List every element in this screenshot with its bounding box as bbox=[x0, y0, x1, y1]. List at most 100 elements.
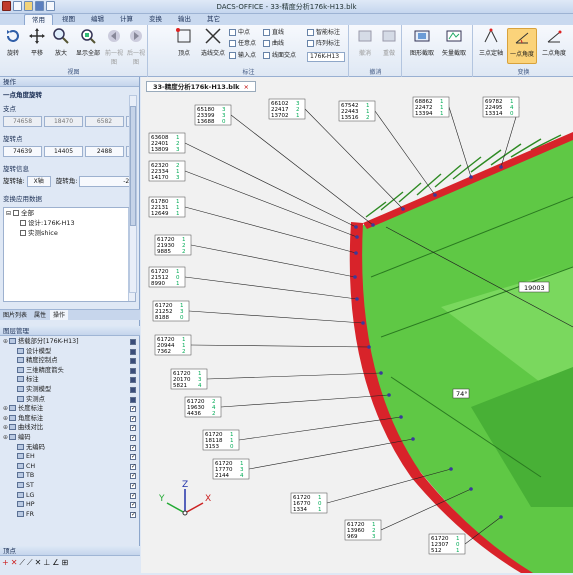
two-point-angle-button[interactable]: 二点角度 bbox=[539, 28, 569, 64]
snap-grid-icon[interactable]: ⊞ bbox=[61, 558, 68, 567]
layer-row[interactable]: ⊕ 搭载部分[176K-H13] bbox=[0, 337, 140, 347]
close-tab-icon[interactable]: × bbox=[244, 83, 249, 91]
layer-row[interactable]: TB bbox=[0, 471, 140, 481]
layer-row[interactable]: HP bbox=[0, 500, 140, 510]
measure-point-marker[interactable] bbox=[371, 223, 375, 227]
snap-perp-icon[interactable]: ⊥ bbox=[43, 558, 50, 567]
curve-button[interactable]: 曲线 bbox=[263, 39, 284, 49]
layer-row[interactable]: 标注 bbox=[0, 375, 140, 385]
point-annotation[interactable]: 61720 219630 44436 2 bbox=[184, 393, 391, 418]
layer-row[interactable]: ⊕ 角度标注 bbox=[0, 414, 140, 424]
point-annotation[interactable]: 65180 323399 313688 0 bbox=[194, 104, 375, 227]
layer-color-swatch[interactable] bbox=[130, 377, 136, 384]
tab-view[interactable]: 视图 bbox=[55, 14, 82, 25]
layer-row[interactable]: ST bbox=[0, 481, 140, 491]
rot-z-field[interactable]: 2488 bbox=[85, 146, 124, 157]
layer-visible-checkbox[interactable] bbox=[130, 471, 136, 481]
layer-visible-checkbox[interactable] bbox=[130, 423, 136, 433]
scrollbar-thumb[interactable] bbox=[130, 106, 136, 226]
snap-point-icon[interactable]: + bbox=[2, 558, 9, 567]
image-capture-button[interactable]: 图形截取 bbox=[407, 28, 437, 64]
tree-node-all[interactable]: ⊟ 全部 bbox=[4, 208, 135, 218]
snap-cross-icon[interactable]: ✕ bbox=[11, 558, 18, 567]
line-intersection-button[interactable]: 选线交点 bbox=[199, 28, 227, 64]
layer-combo[interactable]: 176K-H13 bbox=[307, 52, 345, 62]
layer-color-swatch[interactable] bbox=[130, 339, 136, 345]
expand-icon[interactable]: ⊕ bbox=[2, 433, 9, 443]
snap-intersect-icon[interactable]: ✕ bbox=[35, 558, 42, 567]
measure-point-marker[interactable] bbox=[361, 321, 365, 325]
snap-edge-icon[interactable]: ⟋ bbox=[27, 558, 33, 567]
vector-capture-button[interactable]: 矢量截取 bbox=[439, 28, 469, 64]
layer-row[interactable]: 精度控制点 bbox=[0, 356, 140, 366]
layer-row[interactable]: 实测模型 bbox=[0, 385, 140, 395]
three-point-axis-button[interactable]: 三点定轴 bbox=[476, 28, 506, 64]
model-drawing[interactable]: 19003 74° 65180 323399 313688 066102 322417 2… bbox=[141, 77, 573, 573]
layer-visible-checkbox[interactable] bbox=[130, 433, 136, 443]
tab-operation[interactable]: 操作 bbox=[50, 310, 69, 320]
document-tab[interactable]: 33-精度分析176k-H13.blk × bbox=[146, 81, 256, 92]
tab-edit[interactable]: 编辑 bbox=[84, 14, 111, 25]
expand-icon[interactable]: ⊕ bbox=[2, 414, 9, 424]
layer-row[interactable]: FR bbox=[0, 510, 140, 519]
point-annotation[interactable]: 61720 120170 35821 4 bbox=[170, 368, 383, 390]
support-y-field[interactable]: 18470 bbox=[44, 116, 83, 127]
panel-scrollbar[interactable] bbox=[129, 95, 137, 293]
tab-calc[interactable]: 计算 bbox=[113, 14, 140, 25]
zoom-in-button[interactable]: 放大 bbox=[50, 28, 72, 64]
tab-common[interactable]: 常用 bbox=[24, 14, 53, 25]
measure-point-marker[interactable] bbox=[354, 251, 358, 255]
point-annotation[interactable]: 68862 122472 113394 1 bbox=[412, 96, 473, 179]
angle-field[interactable]: -20 bbox=[79, 176, 136, 187]
measure-point-marker[interactable] bbox=[354, 225, 358, 229]
layer-row[interactable]: EH bbox=[0, 452, 140, 462]
layer-color-swatch[interactable] bbox=[130, 386, 136, 393]
show-all-button[interactable]: 显示全部 bbox=[74, 28, 102, 64]
prev-view-button[interactable]: 前一视图 bbox=[104, 28, 124, 66]
layer-color-swatch[interactable] bbox=[130, 396, 136, 403]
checkbox-design[interactable] bbox=[20, 220, 26, 226]
undo-button[interactable]: 撤消 bbox=[354, 28, 376, 64]
tab-other[interactable]: 其它 bbox=[200, 14, 227, 25]
tree-node-measured[interactable]: 实测shice bbox=[4, 228, 135, 238]
layer-color-swatch[interactable] bbox=[130, 358, 136, 365]
point-annotation[interactable]: 61720 121512 08990 1 bbox=[148, 266, 359, 301]
vertex-button[interactable]: 顶点 bbox=[173, 28, 195, 64]
layer-color-swatch[interactable] bbox=[130, 367, 136, 374]
tree-node-design[interactable]: 设计:176K-H13 bbox=[4, 218, 135, 228]
array-mark-button[interactable]: 阵列标注 bbox=[307, 39, 340, 49]
point-annotation[interactable]: 61720 121930 29885 2 bbox=[154, 234, 357, 279]
layer-row[interactable]: 实测点 bbox=[0, 395, 140, 405]
any-point-button[interactable]: 任意点 bbox=[229, 39, 256, 49]
measure-point-marker[interactable] bbox=[379, 371, 383, 375]
tab-image-list[interactable]: 图片列表 bbox=[0, 310, 30, 320]
checkbox-measured[interactable] bbox=[20, 230, 26, 236]
rotate-button[interactable]: 旋转 bbox=[2, 28, 24, 64]
measure-point-marker[interactable] bbox=[469, 487, 473, 491]
axis-select[interactable]: X轴 bbox=[26, 176, 51, 187]
expand-icon[interactable]: ⊕ bbox=[2, 404, 9, 414]
layer-visible-checkbox[interactable] bbox=[130, 443, 136, 452]
measure-point-marker[interactable] bbox=[499, 515, 503, 519]
measure-point-marker[interactable] bbox=[499, 165, 503, 169]
redo-button[interactable]: 重做 bbox=[378, 28, 400, 64]
point-annotation[interactable]: 61720 121252 38188 0 bbox=[152, 300, 365, 325]
measure-point-marker[interactable] bbox=[433, 193, 437, 197]
3d-viewport[interactable]: 19003 74° 65180 3 23399 3 13688 0 66102 3 22417 2… bbox=[141, 77, 573, 573]
midpoint-button[interactable]: 中点 bbox=[229, 28, 250, 38]
layer-row[interactable]: 无编码 bbox=[0, 443, 140, 452]
measure-point-marker[interactable] bbox=[449, 467, 453, 471]
measure-point-marker[interactable] bbox=[355, 235, 359, 239]
layer-visible-checkbox[interactable] bbox=[130, 462, 136, 471]
layer-visible-checkbox[interactable] bbox=[130, 491, 136, 500]
layer-row[interactable]: 设计模型 bbox=[0, 347, 140, 357]
layer-visible-checkbox[interactable] bbox=[130, 481, 136, 491]
layer-row[interactable]: 三维精度箭头 bbox=[0, 366, 140, 376]
input-point-button[interactable]: 输入点 bbox=[229, 51, 256, 61]
expand-icon[interactable]: ⊕ bbox=[2, 337, 9, 347]
measure-point-marker[interactable] bbox=[367, 345, 371, 349]
point-annotation[interactable]: 61720 117770 32144 4 bbox=[212, 437, 415, 480]
rot-y-field[interactable]: 14405 bbox=[44, 146, 83, 157]
layer-row[interactable]: ⊕ 长度标注 bbox=[0, 404, 140, 414]
layer-row[interactable]: ⊕ 曲线对比 bbox=[0, 423, 140, 433]
